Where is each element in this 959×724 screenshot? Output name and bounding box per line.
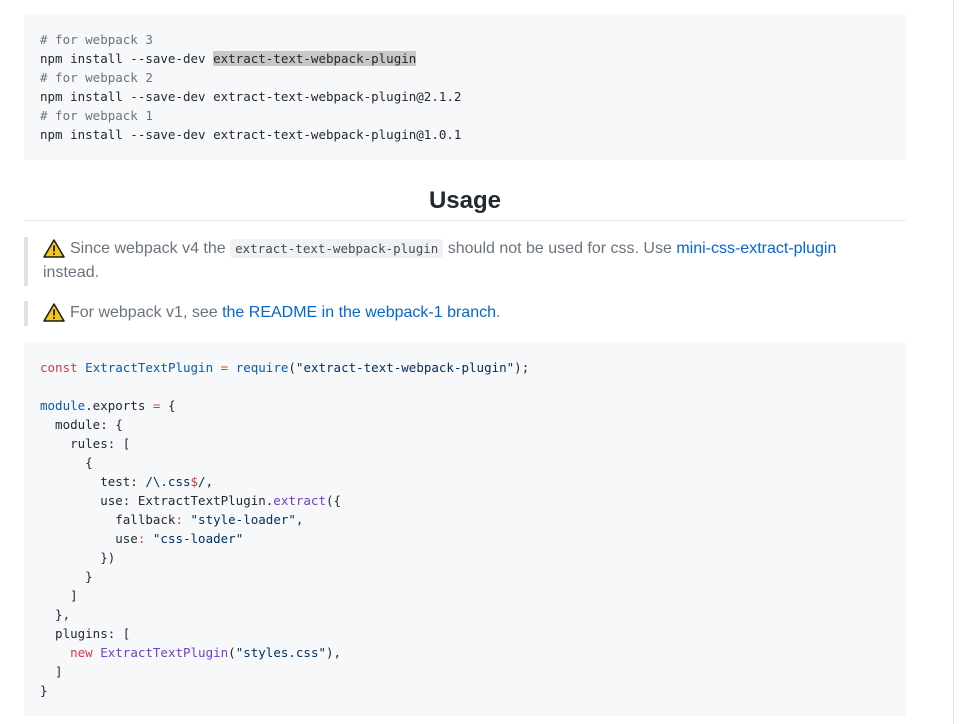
function-call: require [235,360,289,375]
inline-code: extract-text-webpack-plugin [230,239,444,258]
punctuation: ({ [325,493,342,508]
code-text: use: ExtractTextPlugin. [40,493,274,508]
regex-literal: /\.css [145,474,191,489]
keyword: const [40,360,78,375]
operator: = [220,360,229,375]
code-command: npm install --save-dev [40,51,214,66]
usage-code-block[interactable]: const ExtractTextPlugin = require("extra… [24,342,906,716]
warning-icon [43,239,65,258]
regex-literal: / [198,474,206,489]
identifier: ExtractTextPlugin [85,360,214,375]
code-comment: # for webpack 2 [40,70,153,85]
punctuation: : [175,512,183,527]
page-right-border [953,0,954,724]
code-line: }, [40,607,71,622]
code-line: } [40,683,48,698]
code-line: rules: [ [40,436,131,451]
code-line: use: "css-loader" [40,529,906,548]
identifier: module [40,398,86,413]
punctuation: ); [514,360,530,375]
regex-anchor: $ [190,474,199,489]
webpack-v1-note: For webpack v1, see the README in the we… [24,301,884,326]
readme-webpack-1-link[interactable]: the README in the webpack-1 branch [222,304,496,321]
note-text: Since webpack v4 the [70,240,231,257]
selected-package-name[interactable]: extract-text-webpack-plugin [213,51,417,66]
warning-icon [43,303,65,322]
punctuation: ( [288,360,296,375]
note-text: instead. [43,264,100,281]
code-comment: # for webpack 3 [40,32,153,47]
punctuation: : [137,531,146,546]
code-text: fallback [40,512,176,527]
punctuation: { [167,398,176,413]
code-text: use [40,531,138,546]
code-line: const ExtractTextPlugin = require("extra… [40,358,906,377]
string-literal: "extract-text-webpack-plugin" [295,360,515,375]
class-name: ExtractTextPlugin [100,645,229,660]
code-line: module.exports = { [40,396,906,415]
string-literal: "style-loader" [190,512,296,527]
code-line: { [40,455,93,470]
code-line: npm install --save-dev extract-text-webp… [40,49,906,68]
code-line: npm install --save-dev extract-text-webp… [40,89,462,104]
keyword: new [70,645,93,660]
note-text: should not be used for css. Use [443,240,677,257]
code-line: }) [40,550,116,565]
string-literal: "styles.css" [235,645,326,660]
code-line: new ExtractTextPlugin("styles.css"), [40,643,906,662]
string-literal: "css-loader" [152,531,244,546]
deprecation-note: Since webpack v4 the extract-text-webpac… [24,237,884,286]
punctuation: ), [326,645,342,660]
code-line: fallback: "style-loader", [40,510,906,529]
mini-css-extract-plugin-link[interactable]: mini-css-extract-plugin [676,240,836,257]
code-line: plugins: [ [40,626,131,641]
code-line: use: ExtractTextPlugin.extract({ [40,491,906,510]
punctuation: ( [228,645,236,660]
code-line: } [40,569,93,584]
operator: = [152,398,161,413]
note-text: . [496,304,501,321]
install-code-block[interactable]: # for webpack 3 npm install --save-dev e… [24,14,906,160]
code-line: ] [40,664,63,679]
note-text: For webpack v1, see [70,304,223,321]
punctuation: , [205,474,214,489]
method-name: extract [273,493,326,508]
code-text: test: [40,474,146,489]
property: .exports [85,398,146,413]
code-line: test: /\.css$/, [40,472,906,491]
code-line: module: { [40,417,123,432]
code-line: ] [40,588,78,603]
usage-heading: Usage [24,184,906,221]
code-comment: # for webpack 1 [40,108,153,123]
code-line: npm install --save-dev extract-text-webp… [40,127,462,142]
punctuation: , [295,512,304,527]
